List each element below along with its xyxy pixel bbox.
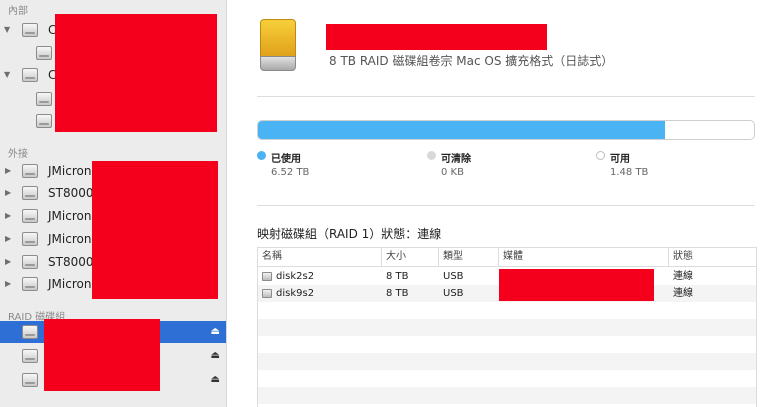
purgeable-dot-icon — [427, 151, 436, 160]
cell-name: disk2s2 — [258, 268, 382, 285]
internal-disk-icon — [22, 68, 38, 82]
sidebar-item-label: JMicron — [48, 209, 92, 223]
legend-label: 可清除 — [441, 154, 471, 165]
used-dot-icon — [257, 151, 266, 160]
volume-icon — [36, 92, 52, 106]
table-row-empty — [258, 353, 756, 370]
volume-name-redaction — [326, 24, 547, 50]
cell-size: 8 TB — [386, 288, 409, 299]
sidebar: 內部 ▼ C ▼ C 外接 ▶ JMicron ▶ ST8000 ▶ JMicr… — [0, 0, 227, 407]
eject-icon[interactable]: ⏏ — [211, 345, 220, 367]
internal-disk-icon — [22, 23, 38, 37]
volume-icon — [36, 46, 52, 60]
column-header-size[interactable]: 大小 — [382, 248, 439, 266]
sidebar-item-label: ST8000 — [48, 255, 94, 269]
raid-members-table: 名稱 大小 類型 媒體 狀態 disk2s2 8 TB USB 連線 disk9… — [257, 247, 757, 407]
disclosure-triangle-icon[interactable]: ▶ — [5, 251, 11, 273]
table-row-empty — [258, 336, 756, 353]
raid-volume-icon — [22, 373, 38, 387]
external-disk-icon — [22, 232, 38, 246]
redaction-block — [55, 14, 217, 132]
divider — [257, 96, 755, 97]
disk-icon — [262, 288, 272, 298]
detail-panel: 8 TB RAID 磁碟組卷宗 Mac OS 擴充格式（日誌式） 已使用 6.5… — [227, 0, 780, 407]
legend-value: 6.52 TB — [271, 167, 310, 178]
cell-type: USB — [443, 271, 464, 282]
legend-value: 0 KB — [441, 167, 464, 178]
storage-usage-bar — [257, 120, 755, 140]
volume-drive-icon — [260, 19, 296, 71]
table-row-empty — [258, 387, 756, 404]
disk-icon — [262, 271, 272, 281]
volume-icon — [36, 114, 52, 128]
raid-disk-icon — [22, 325, 38, 339]
external-disk-icon — [22, 164, 38, 178]
column-header-type[interactable]: 類型 — [439, 248, 499, 266]
column-header-media[interactable]: 媒體 — [499, 248, 669, 266]
external-disk-icon — [22, 209, 38, 223]
disclosure-triangle-icon[interactable]: ▶ — [5, 160, 11, 182]
legend-value: 1.48 TB — [610, 167, 649, 178]
cell-status: 連線 — [673, 288, 693, 299]
legend-label: 已使用 — [271, 154, 301, 165]
external-disk-icon — [22, 186, 38, 200]
divider — [257, 205, 755, 206]
raid-volume-icon — [22, 349, 38, 363]
media-redaction — [499, 269, 654, 301]
column-header-name[interactable]: 名稱 — [258, 248, 382, 266]
disclosure-triangle-icon[interactable]: ▶ — [5, 273, 11, 295]
volume-subtitle: 8 TB RAID 磁碟組卷宗 Mac OS 擴充格式（日誌式） — [329, 54, 614, 68]
table-row-empty — [258, 302, 756, 319]
table-header: 名稱 大小 類型 媒體 狀態 — [258, 248, 756, 267]
column-header-status[interactable]: 狀態 — [669, 248, 758, 266]
legend-label: 可用 — [610, 154, 630, 165]
table-row-empty — [258, 370, 756, 387]
cell-type: USB — [443, 288, 464, 299]
disclosure-triangle-icon[interactable]: ▶ — [5, 228, 11, 250]
eject-icon[interactable]: ⏏ — [211, 321, 220, 343]
eject-icon[interactable]: ⏏ — [211, 369, 220, 391]
sidebar-item-label: ST8000 — [48, 186, 94, 200]
external-disk-icon — [22, 277, 38, 291]
sidebar-item-label: JMicron — [48, 232, 92, 246]
disclosure-triangle-icon[interactable]: ▶ — [5, 205, 11, 227]
sidebar-item-label: JMicron — [48, 164, 92, 178]
section-header-external: 外接 — [8, 149, 28, 160]
cell-size: 8 TB — [386, 271, 409, 282]
disclosure-triangle-icon[interactable]: ▶ — [5, 182, 11, 204]
redaction-block — [92, 161, 218, 299]
section-header-internal: 內部 — [8, 6, 28, 17]
external-disk-icon — [22, 255, 38, 269]
sidebar-item-label: JMicron — [48, 277, 92, 291]
cell-status: 連線 — [673, 271, 693, 282]
available-dot-icon — [596, 151, 605, 160]
table-row-empty — [258, 319, 756, 336]
disclosure-triangle-icon[interactable]: ▼ — [4, 64, 10, 86]
raid-status-text: 映射磁碟組（RAID 1）狀態：連線 — [257, 227, 442, 241]
cell-name: disk9s2 — [258, 285, 382, 302]
redaction-block — [44, 319, 160, 391]
disclosure-triangle-icon[interactable]: ▼ — [4, 19, 10, 41]
storage-usage-fill — [258, 121, 665, 139]
